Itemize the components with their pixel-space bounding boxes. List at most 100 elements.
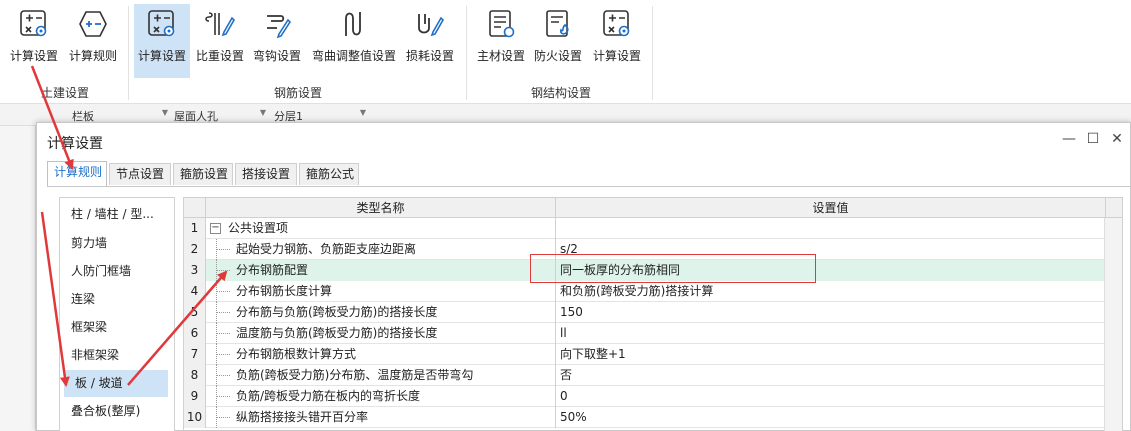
cell-text: 纵筋搭接接头错开百分率: [236, 410, 369, 424]
group-name-cell: − 公共设置项: [206, 218, 556, 239]
minimize-icon[interactable]: —: [1059, 131, 1079, 147]
bend-adjust-button[interactable]: 弯曲调整值设置: [308, 4, 400, 78]
button-label: 防火设置: [533, 49, 582, 63]
calc-settings-icon: [603, 10, 630, 37]
name-cell: 温度筋与负筋(跨板受力筋)的搭接长度: [206, 323, 556, 344]
button-label: 比重设置: [195, 49, 244, 63]
column-header-type-name: 类型名称: [206, 198, 556, 218]
value-cell[interactable]: 和负筋(跨板受力筋)搭接计算: [556, 281, 1104, 302]
row-index: 10: [184, 407, 206, 428]
table-row[interactable]: 4 分布钢筋长度计算 和负筋(跨板受力筋)搭接计算: [184, 281, 1122, 302]
collapse-icon[interactable]: −: [210, 223, 221, 234]
name-cell: 分布钢筋根数计算方式: [206, 344, 556, 365]
fireproof-icon: [546, 10, 569, 37]
rebar-calc-settings-button[interactable]: 计算设置: [134, 4, 190, 78]
close-icon[interactable]: ✕: [1107, 131, 1127, 147]
hook-settings-button[interactable]: 弯钩设置: [250, 4, 304, 78]
tab-calc-rules[interactable]: 计算规则: [47, 161, 107, 186]
group-label-rebar: 钢筋设置: [273, 86, 322, 100]
table-row[interactable]: 7 分布钢筋根数计算方式 向下取整+1: [184, 344, 1122, 365]
table-row-selected[interactable]: 3 分布钢筋配置 同一板厚的分布筋相同: [184, 260, 1122, 281]
button-label: 弯曲调整值设置: [311, 49, 396, 63]
table-row[interactable]: 8 负筋(跨板受力筋)分布筋、温度筋是否带弯勾 否: [184, 365, 1122, 386]
nav-item-composite-slab[interactable]: 叠合板(整厚): [60, 398, 176, 425]
nav-item-frame-beam[interactable]: 框架梁: [60, 314, 176, 341]
ribbon-toolbar: 计算设置 计算规则 土建设置 计算设置 比重设置 弯钩设置 弯曲调整值设置 损耗…: [0, 0, 1131, 104]
group-label-steel: 钢结构设置: [530, 86, 591, 100]
name-cell: 负筋(跨板受力筋)分布筋、温度筋是否带弯勾: [206, 365, 556, 386]
row-index: 3: [184, 260, 206, 281]
loss-settings-button[interactable]: 损耗设置: [403, 4, 457, 78]
name-cell: 纵筋搭接接头错开百分率: [206, 407, 556, 428]
calc-settings-icon: [148, 10, 175, 37]
ratio-settings-icon: [205, 12, 235, 37]
group-divider: [652, 6, 653, 100]
cell-text: 负筋/跨板受力筋在板内的弯折长度: [236, 389, 421, 403]
dialog-title: 计算设置: [47, 136, 103, 152]
nav-item-slab-ramp[interactable]: 板 / 坡道: [64, 370, 168, 397]
fireproof-settings-button[interactable]: 防火设置: [531, 4, 585, 78]
button-label: 弯钩设置: [252, 49, 301, 63]
row-index: 5: [184, 302, 206, 323]
value-cell[interactable]: ll: [556, 323, 1104, 344]
table-row[interactable]: 9 负筋/跨板受力筋在板内的弯折长度 0: [184, 386, 1122, 407]
group-label-civil: 土建设置: [40, 86, 89, 100]
name-cell: 分布筋与负筋(跨板受力筋)的搭接长度: [206, 302, 556, 323]
maximize-icon[interactable]: ☐: [1083, 131, 1103, 147]
nav-item-shear-wall[interactable]: 剪力墙: [60, 230, 176, 257]
value-cell[interactable]: 0: [556, 386, 1104, 407]
calc-settings-dialog: 计算设置 — ☐ ✕ 计算规则 节点设置 箍筋设置 搭接设置 箍筋公式 柱 / …: [36, 122, 1131, 431]
main-material-button[interactable]: 主材设置: [474, 4, 528, 78]
tab-lap-settings[interactable]: 搭接设置: [235, 163, 297, 185]
cell-text: 分布钢筋长度计算: [236, 284, 333, 298]
civil-calc-settings-button[interactable]: 计算设置: [6, 4, 62, 78]
cell-text: 温度筋与负筋(跨板受力筋)的搭接长度: [236, 326, 438, 340]
loss-settings-icon: [418, 14, 444, 37]
group-divider: [466, 6, 467, 100]
group-divider: [128, 6, 129, 100]
cell-text: 负筋(跨板受力筋)分布筋、温度筋是否带弯勾: [236, 368, 474, 382]
calc-settings-icon: [20, 10, 47, 37]
table-row[interactable]: 6 温度筋与负筋(跨板受力筋)的搭接长度 ll: [184, 323, 1122, 344]
ratio-settings-button[interactable]: 比重设置: [193, 4, 247, 78]
calc-rules-button[interactable]: 计算规则: [66, 4, 120, 78]
tab-content: 柱 / 墙柱 / 型... 剪力墙 人防门框墙 连梁 框架梁 非框架梁 板 / …: [47, 186, 1131, 431]
settings-grid: 类型名称 设置值 1 − 公共设置项 2 起始受力钢筋、负筋距支座边距离 s/2 …: [183, 197, 1123, 431]
nav-item-non-frame-beam[interactable]: 非框架梁: [60, 342, 176, 369]
grid-vertical-scrollbar[interactable]: [1104, 218, 1122, 431]
table-row[interactable]: 2 起始受力钢筋、负筋距支座边距离 s/2: [184, 239, 1122, 260]
steel-calc-settings-button[interactable]: 计算设置: [589, 4, 645, 78]
nav-item-civil-defense-frame-wall[interactable]: 人防门框墙: [60, 258, 176, 285]
value-cell[interactable]: 50%: [556, 407, 1104, 428]
value-cell[interactable]: 同一板厚的分布筋相同: [556, 260, 1104, 281]
chevron-down-icon: ▼: [359, 108, 366, 117]
tab-stirrup-settings[interactable]: 箍筋设置: [173, 163, 233, 185]
nav-item-coupling-beam[interactable]: 连梁: [60, 286, 176, 313]
table-row[interactable]: 1 − 公共设置项: [184, 218, 1122, 239]
value-cell[interactable]: 否: [556, 365, 1104, 386]
row-index: 7: [184, 344, 206, 365]
tab-node-settings[interactable]: 节点设置: [109, 163, 171, 185]
row-index: 4: [184, 281, 206, 302]
button-label: 损耗设置: [405, 49, 454, 63]
component-nav-list: 柱 / 墙柱 / 型... 剪力墙 人防门框墙 连梁 框架梁 非框架梁 板 / …: [59, 197, 175, 431]
name-cell: 分布钢筋配置: [206, 260, 556, 281]
column-header-setting-value: 设置值: [556, 198, 1106, 218]
value-cell[interactable]: 150: [556, 302, 1104, 323]
button-label: 计算设置: [592, 49, 641, 63]
value-cell: [556, 218, 1104, 239]
nav-item-column[interactable]: 柱 / 墙柱 / 型...: [60, 201, 176, 228]
chevron-down-icon: ▼: [259, 108, 266, 117]
row-index: 2: [184, 239, 206, 260]
cell-text: 分布筋与负筋(跨板受力筋)的搭接长度: [236, 305, 438, 319]
value-cell[interactable]: s/2: [556, 239, 1104, 260]
name-cell: 负筋/跨板受力筋在板内的弯折长度: [206, 386, 556, 407]
row-index: 8: [184, 365, 206, 386]
button-label: 主材设置: [476, 49, 525, 63]
tab-stirrup-formula[interactable]: 箍筋公式: [299, 163, 359, 185]
table-row[interactable]: 5 分布筋与负筋(跨板受力筋)的搭接长度 150: [184, 302, 1122, 323]
table-row[interactable]: 10 纵筋搭接接头错开百分率 50%: [184, 407, 1122, 428]
value-cell[interactable]: 向下取整+1: [556, 344, 1104, 365]
cell-text: 分布钢筋配置: [236, 263, 309, 277]
row-index-header: [184, 198, 206, 218]
